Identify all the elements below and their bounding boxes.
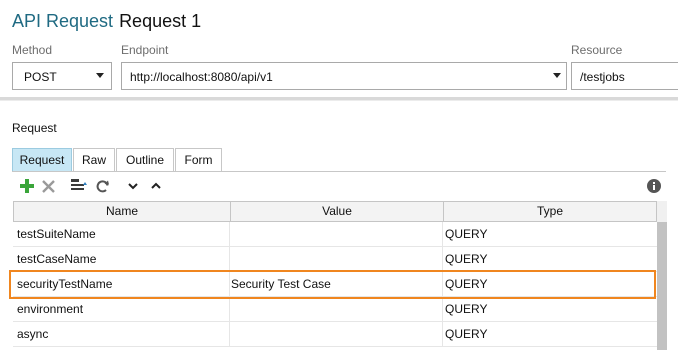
add-icon[interactable]: [18, 175, 36, 197]
resource-input[interactable]: /testjobs: [571, 62, 678, 90]
cell-divider: [229, 322, 230, 347]
tab-request[interactable]: Request: [12, 148, 72, 172]
scrollbar-thumb[interactable]: [657, 222, 667, 350]
page-title: API Request Request 1: [12, 11, 201, 35]
param-value[interactable]: [231, 322, 441, 346]
request-section-label: Request: [12, 121, 57, 135]
cell-divider: [229, 222, 230, 247]
param-value[interactable]: [231, 297, 441, 321]
tab-form[interactable]: Form: [175, 148, 222, 172]
method-value: POST: [24, 70, 57, 84]
app-title: API Request: [12, 11, 114, 31]
param-name[interactable]: environment: [17, 297, 227, 321]
cell-divider: [442, 297, 443, 322]
cell-divider: [442, 322, 443, 347]
param-type[interactable]: QUERY: [445, 247, 655, 271]
param-value[interactable]: [231, 247, 441, 271]
table-row[interactable]: testSuiteName QUERY: [13, 222, 657, 247]
param-type[interactable]: QUERY: [445, 222, 655, 246]
info-icon[interactable]: [646, 175, 662, 197]
chevron-down-icon[interactable]: [96, 73, 104, 78]
column-header-value[interactable]: Value: [231, 202, 443, 221]
method-dropdown[interactable]: POST: [12, 62, 112, 90]
params-toolbar: [12, 175, 666, 199]
param-name[interactable]: testSuiteName: [17, 222, 227, 246]
row-highlight: [9, 270, 656, 299]
table-header: Name Value Type: [13, 201, 657, 222]
resource-value: /testjobs: [580, 70, 625, 84]
column-header-name[interactable]: Name: [14, 202, 230, 221]
param-name[interactable]: testCaseName: [17, 247, 227, 271]
move-up-icon[interactable]: [149, 175, 163, 197]
delete-icon[interactable]: [39, 175, 57, 197]
cell-divider: [229, 247, 230, 272]
chevron-down-icon[interactable]: [553, 73, 561, 78]
cell-divider: [229, 297, 230, 322]
table-row[interactable]: async QUERY: [13, 322, 657, 347]
refresh-icon[interactable]: [93, 175, 111, 197]
tab-divider: [12, 171, 666, 172]
table-row[interactable]: environment QUERY: [13, 297, 657, 322]
tab-raw[interactable]: Raw: [73, 148, 115, 172]
resource-label: Resource: [571, 43, 623, 57]
column-header-type[interactable]: Type: [444, 202, 656, 221]
encode-icon[interactable]: [69, 175, 89, 197]
param-value[interactable]: [231, 222, 441, 246]
cell-divider: [442, 222, 443, 247]
endpoint-label: Endpoint: [121, 43, 169, 57]
request-name: Request 1: [119, 11, 202, 31]
param-type[interactable]: QUERY: [445, 297, 655, 321]
param-type[interactable]: QUERY: [445, 322, 655, 346]
table-row[interactable]: testCaseName QUERY: [13, 247, 657, 272]
tab-outline[interactable]: Outline: [116, 148, 174, 172]
move-down-icon[interactable]: [126, 175, 140, 197]
method-label: Method: [12, 43, 53, 57]
param-name[interactable]: async: [17, 322, 227, 346]
endpoint-value: http://localhost:8080/api/v1: [130, 70, 273, 84]
cell-divider: [442, 247, 443, 272]
endpoint-input[interactable]: http://localhost:8080/api/v1: [121, 62, 567, 90]
